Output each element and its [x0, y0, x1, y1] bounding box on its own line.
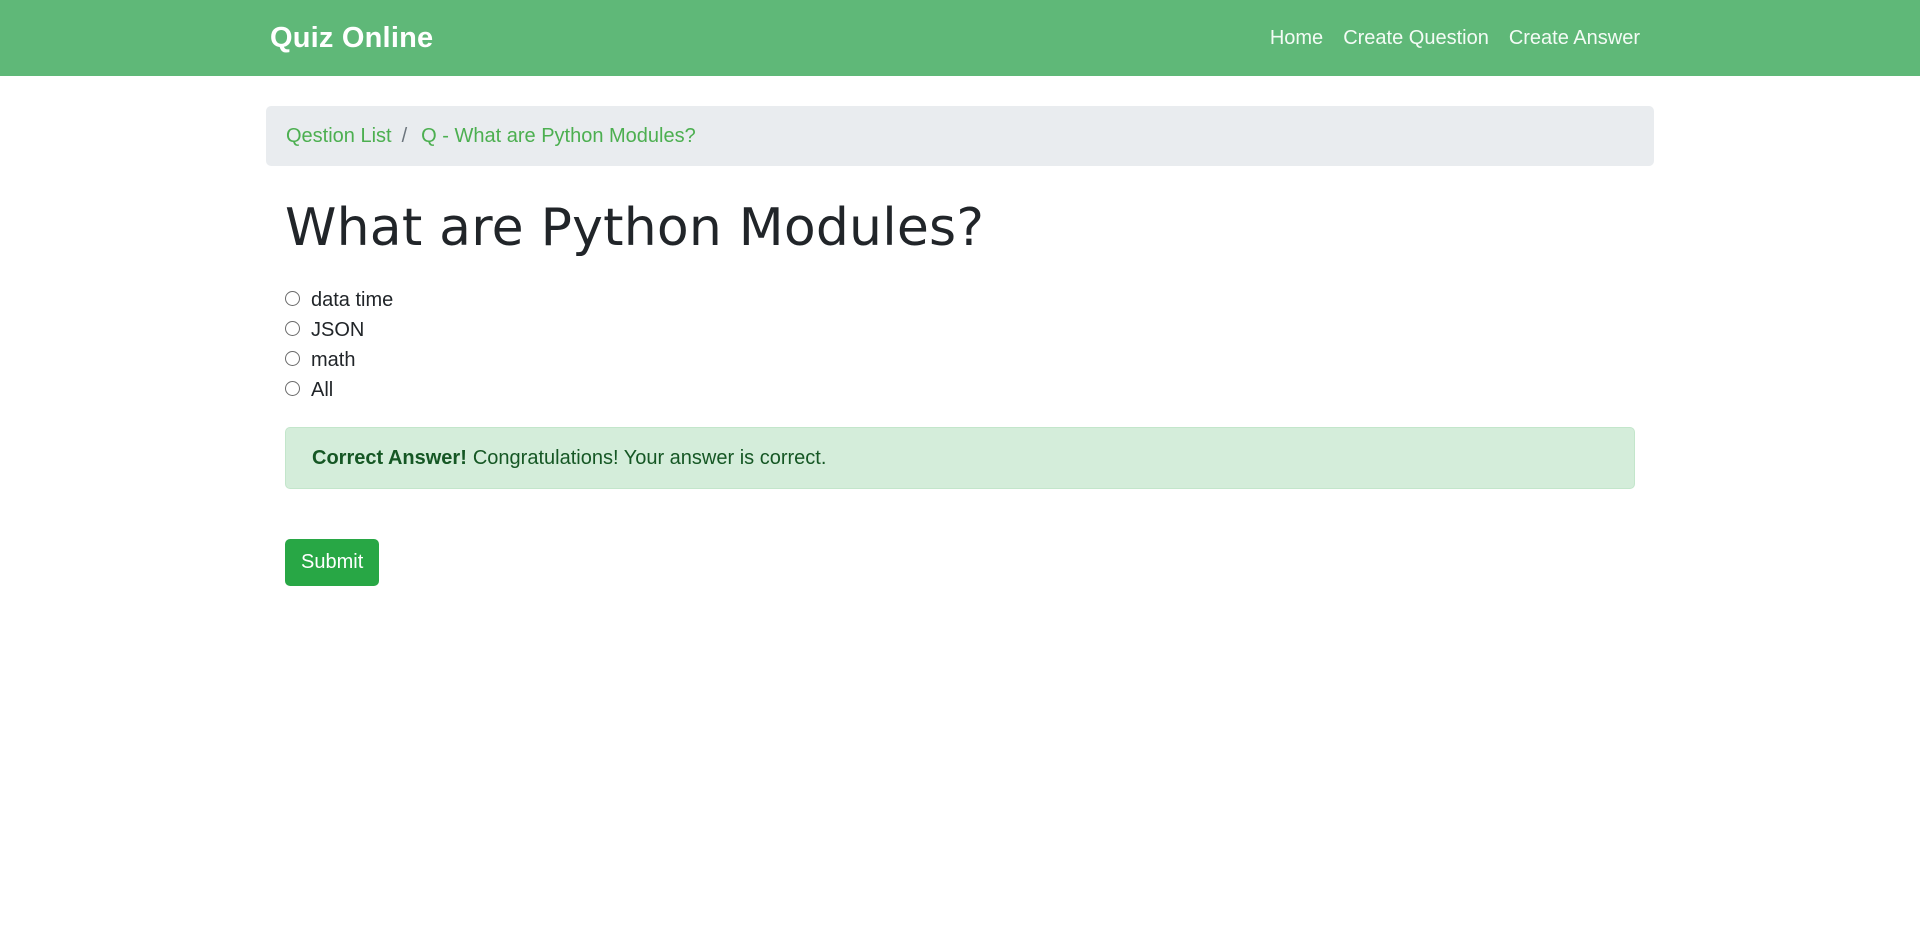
breadcrumb-question-list[interactable]: Qestion List [286, 125, 392, 148]
alert-heading: Correct Answer! [312, 446, 467, 469]
breadcrumb-current-question[interactable]: Q - What are Python Modules? [421, 125, 696, 148]
choice-item[interactable]: math [285, 345, 1635, 375]
navbar-inner: Quiz Online Home Create Question Create … [270, 0, 1650, 76]
choice-item[interactable]: JSON [285, 315, 1635, 345]
nav-link-home[interactable]: Home [1270, 27, 1323, 50]
choice-item[interactable]: All [285, 375, 1635, 405]
submit-button[interactable]: Submit [285, 539, 380, 587]
choice-label: All [311, 378, 334, 401]
choice-item[interactable]: data time [285, 285, 1635, 315]
nav-link-create-answer[interactable]: Create Answer [1509, 27, 1640, 50]
radio-button[interactable] [285, 320, 300, 336]
breadcrumb: Qestion List / Q - What are Python Modul… [266, 106, 1654, 166]
choice-label: math [311, 348, 356, 371]
radio-button[interactable] [285, 380, 300, 396]
nav-link-create-question[interactable]: Create Question [1343, 27, 1489, 50]
success-alert: Correct Answer! Congratulations! Your an… [285, 427, 1635, 490]
question-title: What are Python Modules? [285, 198, 985, 258]
answer-form: data time JSON math All Correct Answer! … [285, 285, 1635, 587]
brand-link[interactable]: Quiz Online [270, 22, 433, 55]
radio-button[interactable] [285, 350, 300, 366]
alert-message: Congratulations! Your answer is correct. [472, 446, 827, 469]
navbar: Quiz Online Home Create Question Create … [0, 0, 1920, 76]
choice-label: data time [311, 288, 394, 311]
choice-label: JSON [311, 318, 365, 341]
breadcrumb-separator: / [401, 124, 408, 147]
question-content: What are Python Modules? data time JSON … [266, 198, 1654, 587]
choice-list: data time JSON math All [285, 285, 1635, 405]
main-container: Qestion List / Q - What are Python Modul… [266, 76, 1654, 587]
nav-links: Home Create Question Create Answer [1270, 27, 1640, 50]
radio-button[interactable] [285, 290, 300, 306]
